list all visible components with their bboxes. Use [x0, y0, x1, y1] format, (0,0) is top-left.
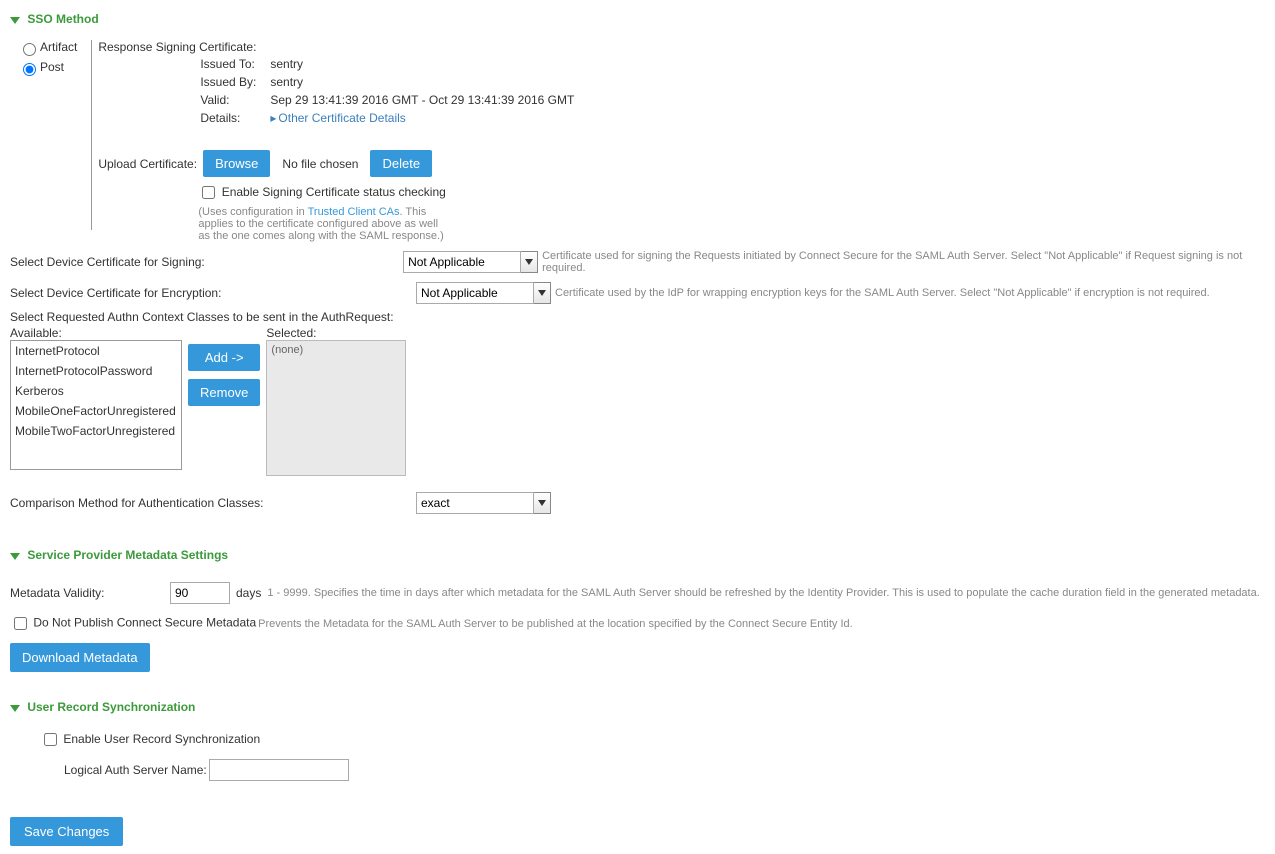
- remove-button[interactable]: Remove: [188, 379, 260, 406]
- triangle-right-icon: ▸: [270, 111, 276, 125]
- radio-post[interactable]: [23, 63, 36, 76]
- authn-context-label: Select Requested Authn Context Classes t…: [10, 310, 1265, 324]
- available-listbox[interactable]: InternetProtocol InternetProtocolPasswor…: [10, 340, 182, 470]
- logical-auth-server-label: Logical Auth Server Name:: [64, 763, 207, 777]
- download-metadata-button[interactable]: Download Metadata: [10, 643, 150, 672]
- available-label: Available:: [10, 326, 182, 340]
- dropdown-icon[interactable]: [521, 251, 538, 273]
- section-sp-metadata[interactable]: Service Provider Metadata Settings: [10, 548, 1265, 562]
- dropdown-icon[interactable]: [534, 282, 551, 304]
- add-button[interactable]: Add ->: [188, 344, 260, 371]
- enable-user-sync-label[interactable]: Enable User Record Synchronization: [40, 732, 260, 746]
- valid-value: Sep 29 13:41:39 2016 GMT - Oct 29 13:41:…: [264, 92, 580, 108]
- save-changes-button[interactable]: Save Changes: [10, 817, 123, 846]
- delete-button[interactable]: Delete: [370, 150, 432, 177]
- issued-by-value: sentry: [264, 74, 580, 90]
- enable-user-sync-checkbox[interactable]: [44, 733, 57, 746]
- list-item[interactable]: MobileTwoFactorUnregistered: [11, 421, 181, 441]
- section-user-sync[interactable]: User Record Synchronization: [10, 700, 1265, 714]
- selected-listbox[interactable]: (none): [266, 340, 406, 476]
- browse-button[interactable]: Browse: [203, 150, 270, 177]
- enable-signing-label[interactable]: Enable Signing Certificate status checki…: [198, 185, 445, 199]
- metadata-validity-input[interactable]: [170, 582, 230, 604]
- no-file-chosen: No file chosen: [282, 157, 358, 171]
- signing-cert-label: Select Device Certificate for Signing:: [10, 255, 403, 269]
- radio-artifact[interactable]: [23, 43, 36, 56]
- comparison-method-label: Comparison Method for Authentication Cla…: [10, 496, 416, 510]
- encryption-cert-label: Select Device Certificate for Encryption…: [10, 286, 416, 300]
- details-label: Details:: [194, 110, 262, 126]
- chevron-down-icon: [10, 700, 20, 714]
- radio-post-label[interactable]: Post: [18, 60, 77, 76]
- dropdown-icon[interactable]: [534, 492, 551, 514]
- enable-signing-checkbox[interactable]: [202, 186, 215, 199]
- list-item[interactable]: InternetProtocolPassword: [11, 361, 181, 381]
- do-not-publish-checkbox[interactable]: [14, 617, 27, 630]
- section-sp-metadata-label: Service Provider Metadata Settings: [27, 548, 228, 562]
- metadata-validity-label: Metadata Validity:: [10, 586, 170, 600]
- encryption-cert-help: Certificate used by the IdP for wrapping…: [555, 287, 1210, 299]
- issued-to-label: Issued To:: [194, 56, 262, 72]
- signing-cert-select[interactable]: Not Applicable: [403, 251, 521, 273]
- trusted-client-ca-link[interactable]: Trusted Client CAs: [308, 206, 400, 218]
- encryption-cert-select[interactable]: Not Applicable: [416, 282, 534, 304]
- do-not-publish-help: Prevents the Metadata for the SAML Auth …: [258, 618, 853, 630]
- trusted-client-ca-hint: (Uses configuration in Trusted Client CA…: [198, 206, 448, 242]
- list-item[interactable]: MobileOneFactorUnregistered: [11, 401, 181, 421]
- selected-label: Selected:: [266, 326, 406, 340]
- list-item[interactable]: Kerberos: [11, 381, 181, 401]
- comparison-method-select[interactable]: exact: [416, 492, 534, 514]
- issued-by-label: Issued By:: [194, 74, 262, 90]
- upload-cert-label: Upload Certificate:: [98, 157, 197, 171]
- issued-to-value: sentry: [264, 56, 580, 72]
- metadata-validity-help: 1 - 9999. Specifies the time in days aft…: [267, 587, 1259, 599]
- section-sso-method[interactable]: SSO Method: [10, 12, 1265, 26]
- chevron-down-icon: [10, 548, 20, 562]
- do-not-publish-label[interactable]: Do Not Publish Connect Secure Metadata: [10, 614, 256, 633]
- logical-auth-server-input[interactable]: [209, 759, 349, 781]
- other-cert-details-link[interactable]: Other Certificate Details: [278, 111, 405, 125]
- valid-label: Valid:: [194, 92, 262, 108]
- signing-cert-help: Certificate used for signing the Request…: [542, 250, 1265, 274]
- chevron-down-icon: [10, 12, 20, 26]
- days-label: days: [236, 586, 261, 600]
- list-item[interactable]: InternetProtocol: [11, 341, 181, 361]
- radio-artifact-label[interactable]: Artifact: [18, 40, 77, 56]
- section-sso-method-label: SSO Method: [27, 12, 98, 26]
- section-user-sync-label: User Record Synchronization: [27, 700, 195, 714]
- response-signing-cert-header: Response Signing Certificate:: [98, 40, 1265, 54]
